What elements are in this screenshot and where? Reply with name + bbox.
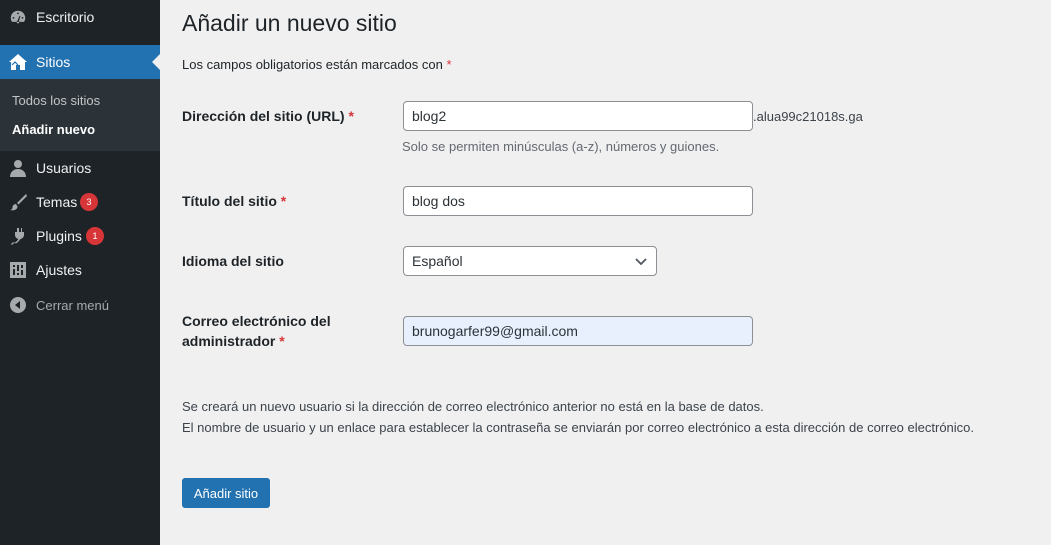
info-text-line2: El nombre de usuario y un enlace para es… <box>182 420 975 435</box>
main-content: Añadir un nuevo sitio Los campos obligat… <box>160 0 1051 545</box>
domain-suffix: .alua99c21018s.ga <box>753 109 863 124</box>
sidebar-item-label: Plugins <box>36 228 82 244</box>
sites-icon <box>8 52 28 72</box>
admin-sidebar: Escritorio Sitios Todos los sitios Añadi… <box>0 0 160 545</box>
site-title-input[interactable]: blog dos <box>403 186 753 216</box>
sidebar-item-label: Escritorio <box>36 9 95 25</box>
site-language-select[interactable]: Español <box>403 246 657 276</box>
update-count-badge: 3 <box>80 193 98 211</box>
sidebar-item-dashboard[interactable]: Escritorio <box>0 0 160 34</box>
sidebar-item-label: Usuarios <box>36 160 92 176</box>
submenu-item-add-new[interactable]: Añadir nuevo <box>12 122 95 137</box>
required-asterisk: * <box>280 193 287 209</box>
sidebar-item-settings[interactable]: Ajustes <box>0 253 160 287</box>
brush-icon <box>8 192 28 212</box>
sidebar-item-label: Cerrar menú <box>36 297 109 313</box>
sidebar-item-label: Temas <box>36 194 78 210</box>
submenu-item-all-sites[interactable]: Todos los sitios <box>12 93 100 108</box>
sidebar-item-label: Sitios <box>36 54 71 70</box>
site-url-label-text: Dirección del sitio (URL) <box>182 108 345 124</box>
site-title-label-text: Título del sitio <box>182 193 277 209</box>
sidebar-item-users[interactable]: Usuarios <box>0 151 160 185</box>
add-site-button[interactable]: Añadir sitio <box>182 478 270 508</box>
admin-email-label-line2: administrador <box>182 333 276 349</box>
required-note-text: Los campos obligatorios están marcados c… <box>182 57 443 72</box>
required-asterisk: * <box>446 57 452 72</box>
site-language-label: Idioma del sitio <box>182 253 284 269</box>
chevron-down-icon <box>634 254 648 268</box>
collapse-menu-button[interactable]: Cerrar menú <box>0 288 160 322</box>
sidebar-item-themes[interactable]: Temas 3 <box>0 185 160 219</box>
admin-email-label: Correo electrónico del administrador * <box>182 311 331 351</box>
site-language-value: Español <box>412 253 463 269</box>
admin-email-label-line1: Correo electrónico del <box>182 313 331 329</box>
admin-email-input[interactable]: brunogarfer99@gmail.com <box>403 316 753 346</box>
info-text-line1: Se creará un nuevo usuario si la direcci… <box>182 399 764 414</box>
sidebar-item-sites[interactable]: Sitios <box>0 45 160 79</box>
sidebar-item-label: Ajustes <box>36 262 82 278</box>
site-url-input[interactable]: blog2 <box>403 101 753 131</box>
current-indicator <box>152 54 160 70</box>
required-fields-note: Los campos obligatorios están marcados c… <box>182 57 452 72</box>
site-title-label: Título del sitio * <box>182 191 286 211</box>
dashboard-icon <box>8 7 28 27</box>
update-count-badge: 1 <box>86 227 104 245</box>
users-icon <box>8 158 28 178</box>
page-title: Añadir un nuevo sitio <box>182 10 397 36</box>
plugin-icon <box>8 226 28 246</box>
sidebar-item-plugins[interactable]: Plugins 1 <box>0 219 160 253</box>
required-asterisk: * <box>279 333 285 349</box>
site-url-help-text: Solo se permiten minúsculas (a-z), númer… <box>402 139 720 154</box>
collapse-icon <box>8 295 28 315</box>
settings-icon <box>8 260 28 280</box>
site-url-label: Dirección del sitio (URL) * <box>182 106 354 126</box>
required-asterisk: * <box>348 108 354 124</box>
sites-submenu: Todos los sitios Añadir nuevo <box>0 79 160 151</box>
